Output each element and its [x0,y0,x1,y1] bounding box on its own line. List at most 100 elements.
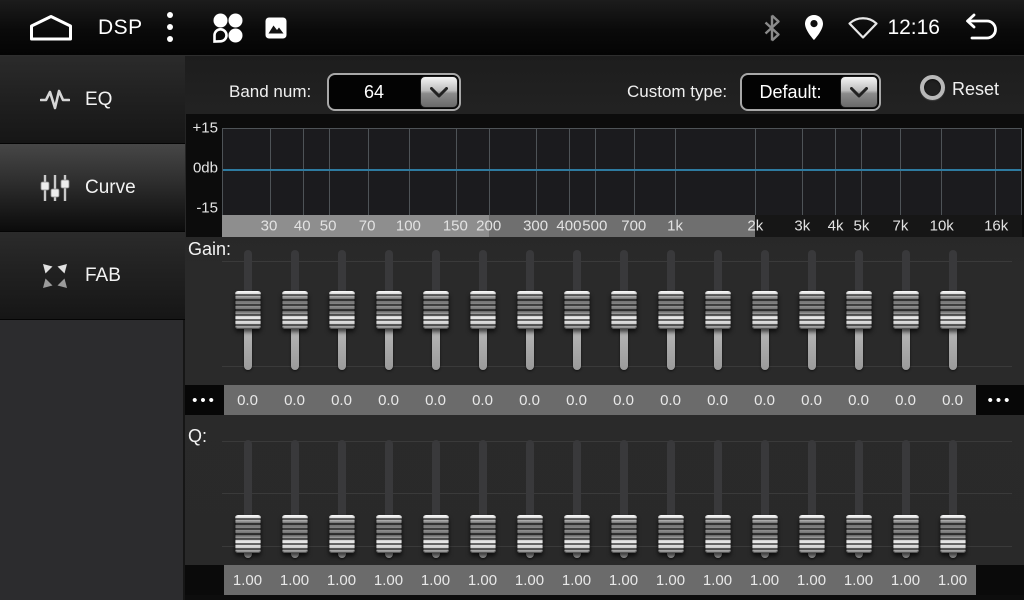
q-slider-thumb[interactable] [799,515,825,553]
gain-slider[interactable] [600,248,647,372]
gain-slider[interactable] [694,248,741,372]
gain-slider[interactable] [412,248,459,372]
home-icon[interactable] [28,14,74,42]
q-slider-thumb[interactable] [282,515,308,553]
freq-tick-label: 10k [930,218,954,235]
q-row-right-pad [976,565,1024,595]
gain-bank [224,248,976,372]
q-slider[interactable] [835,438,882,560]
custom-type-label: Custom type: [627,82,727,102]
chevron-down-icon[interactable] [420,76,458,108]
gain-slider-thumb[interactable] [846,291,872,329]
q-slider-thumb[interactable] [235,515,261,553]
gain-slider[interactable] [741,248,788,372]
gain-more-right-button[interactable]: ••• [976,385,1024,415]
gain-slider[interactable] [929,248,976,372]
q-slider[interactable] [600,438,647,560]
gain-slider[interactable] [318,248,365,372]
apps-clover-icon[interactable] [207,12,247,44]
gain-slider-thumb[interactable] [752,291,778,329]
eq-plot[interactable] [222,128,1022,215]
gain-slider-thumb[interactable] [799,291,825,329]
gain-slider-thumb[interactable] [470,291,496,329]
q-slider[interactable] [788,438,835,560]
grid-line [802,129,803,215]
band-num-dropdown[interactable]: 64 [327,73,461,111]
q-slider[interactable] [929,438,976,560]
q-slider[interactable] [694,438,741,560]
chevron-down-icon[interactable] [840,76,878,108]
gain-slider-thumb[interactable] [940,291,966,329]
q-slider[interactable] [412,438,459,560]
gain-slider[interactable] [224,248,271,372]
q-slider[interactable] [224,438,271,560]
q-slider[interactable] [647,438,694,560]
q-slider-thumb[interactable] [846,515,872,553]
q-value: 1.00 [788,565,835,595]
sidebar-item-eq[interactable]: EQ [0,56,185,144]
gain-slider-thumb[interactable] [611,291,637,329]
gain-more-left-button[interactable]: ••• [185,385,224,415]
q-slider-thumb[interactable] [470,515,496,553]
gain-slider[interactable] [647,248,694,372]
q-slider-thumb[interactable] [940,515,966,553]
q-slider-thumb[interactable] [517,515,543,553]
sidebar-item-curve[interactable]: Curve [0,144,185,232]
custom-type-dropdown[interactable]: Default: [740,73,881,111]
gain-slider-thumb[interactable] [893,291,919,329]
kebab-menu-icon[interactable] [165,11,175,45]
freq-tick-label: 1k [667,218,683,235]
eq-waveform-icon [40,87,70,113]
q-slider-thumb[interactable] [423,515,449,553]
eq-curve-line [223,169,1021,171]
gain-slider-thumb[interactable] [235,291,261,329]
reset-radio[interactable] [920,75,945,100]
q-slider-thumb[interactable] [893,515,919,553]
gain-slider-thumb[interactable] [376,291,402,329]
gain-slider-thumb[interactable] [329,291,355,329]
q-slider-thumb[interactable] [329,515,355,553]
gain-slider-thumb[interactable] [705,291,731,329]
q-slider[interactable] [459,438,506,560]
q-slider-thumb[interactable] [564,515,590,553]
gain-slider-thumb[interactable] [423,291,449,329]
q-slider[interactable] [741,438,788,560]
q-slider[interactable] [882,438,929,560]
q-slider[interactable] [365,438,412,560]
q-slider[interactable] [318,438,365,560]
freq-tick-label: 30 [261,218,278,235]
gain-slider[interactable] [365,248,412,372]
q-slider-thumb[interactable] [611,515,637,553]
q-slider-thumb[interactable] [705,515,731,553]
custom-type-value: Default: [742,75,839,109]
grid-line [489,129,490,215]
gain-slider-thumb[interactable] [564,291,590,329]
q-slider[interactable] [506,438,553,560]
sidebar-item-label: EQ [85,89,112,111]
gallery-icon[interactable] [265,17,287,39]
gain-slider[interactable] [553,248,600,372]
gain-value: 0.0 [600,385,647,415]
gain-slider[interactable] [788,248,835,372]
gain-slider[interactable] [459,248,506,372]
gain-value: 0.0 [788,385,835,415]
q-slider[interactable] [553,438,600,560]
gain-slider[interactable] [882,248,929,372]
gain-slider[interactable] [271,248,318,372]
gain-slider-thumb[interactable] [658,291,684,329]
sidebar-item-fab[interactable]: FAB [0,232,185,320]
q-slider-thumb[interactable] [752,515,778,553]
gain-slider[interactable] [835,248,882,372]
back-icon[interactable] [960,12,1004,44]
q-value: 1.00 [929,565,976,595]
q-slider[interactable] [271,438,318,560]
q-value: 1.00 [600,565,647,595]
gain-slider[interactable] [506,248,553,372]
q-slider-thumb[interactable] [658,515,684,553]
fab-arrows-icon [40,261,70,291]
gain-slider-thumb[interactable] [517,291,543,329]
gain-slider-thumb[interactable] [282,291,308,329]
sidebar: EQ Curve [0,56,185,600]
q-slider-thumb[interactable] [376,515,402,553]
freq-tick-label: 2k [747,218,763,235]
